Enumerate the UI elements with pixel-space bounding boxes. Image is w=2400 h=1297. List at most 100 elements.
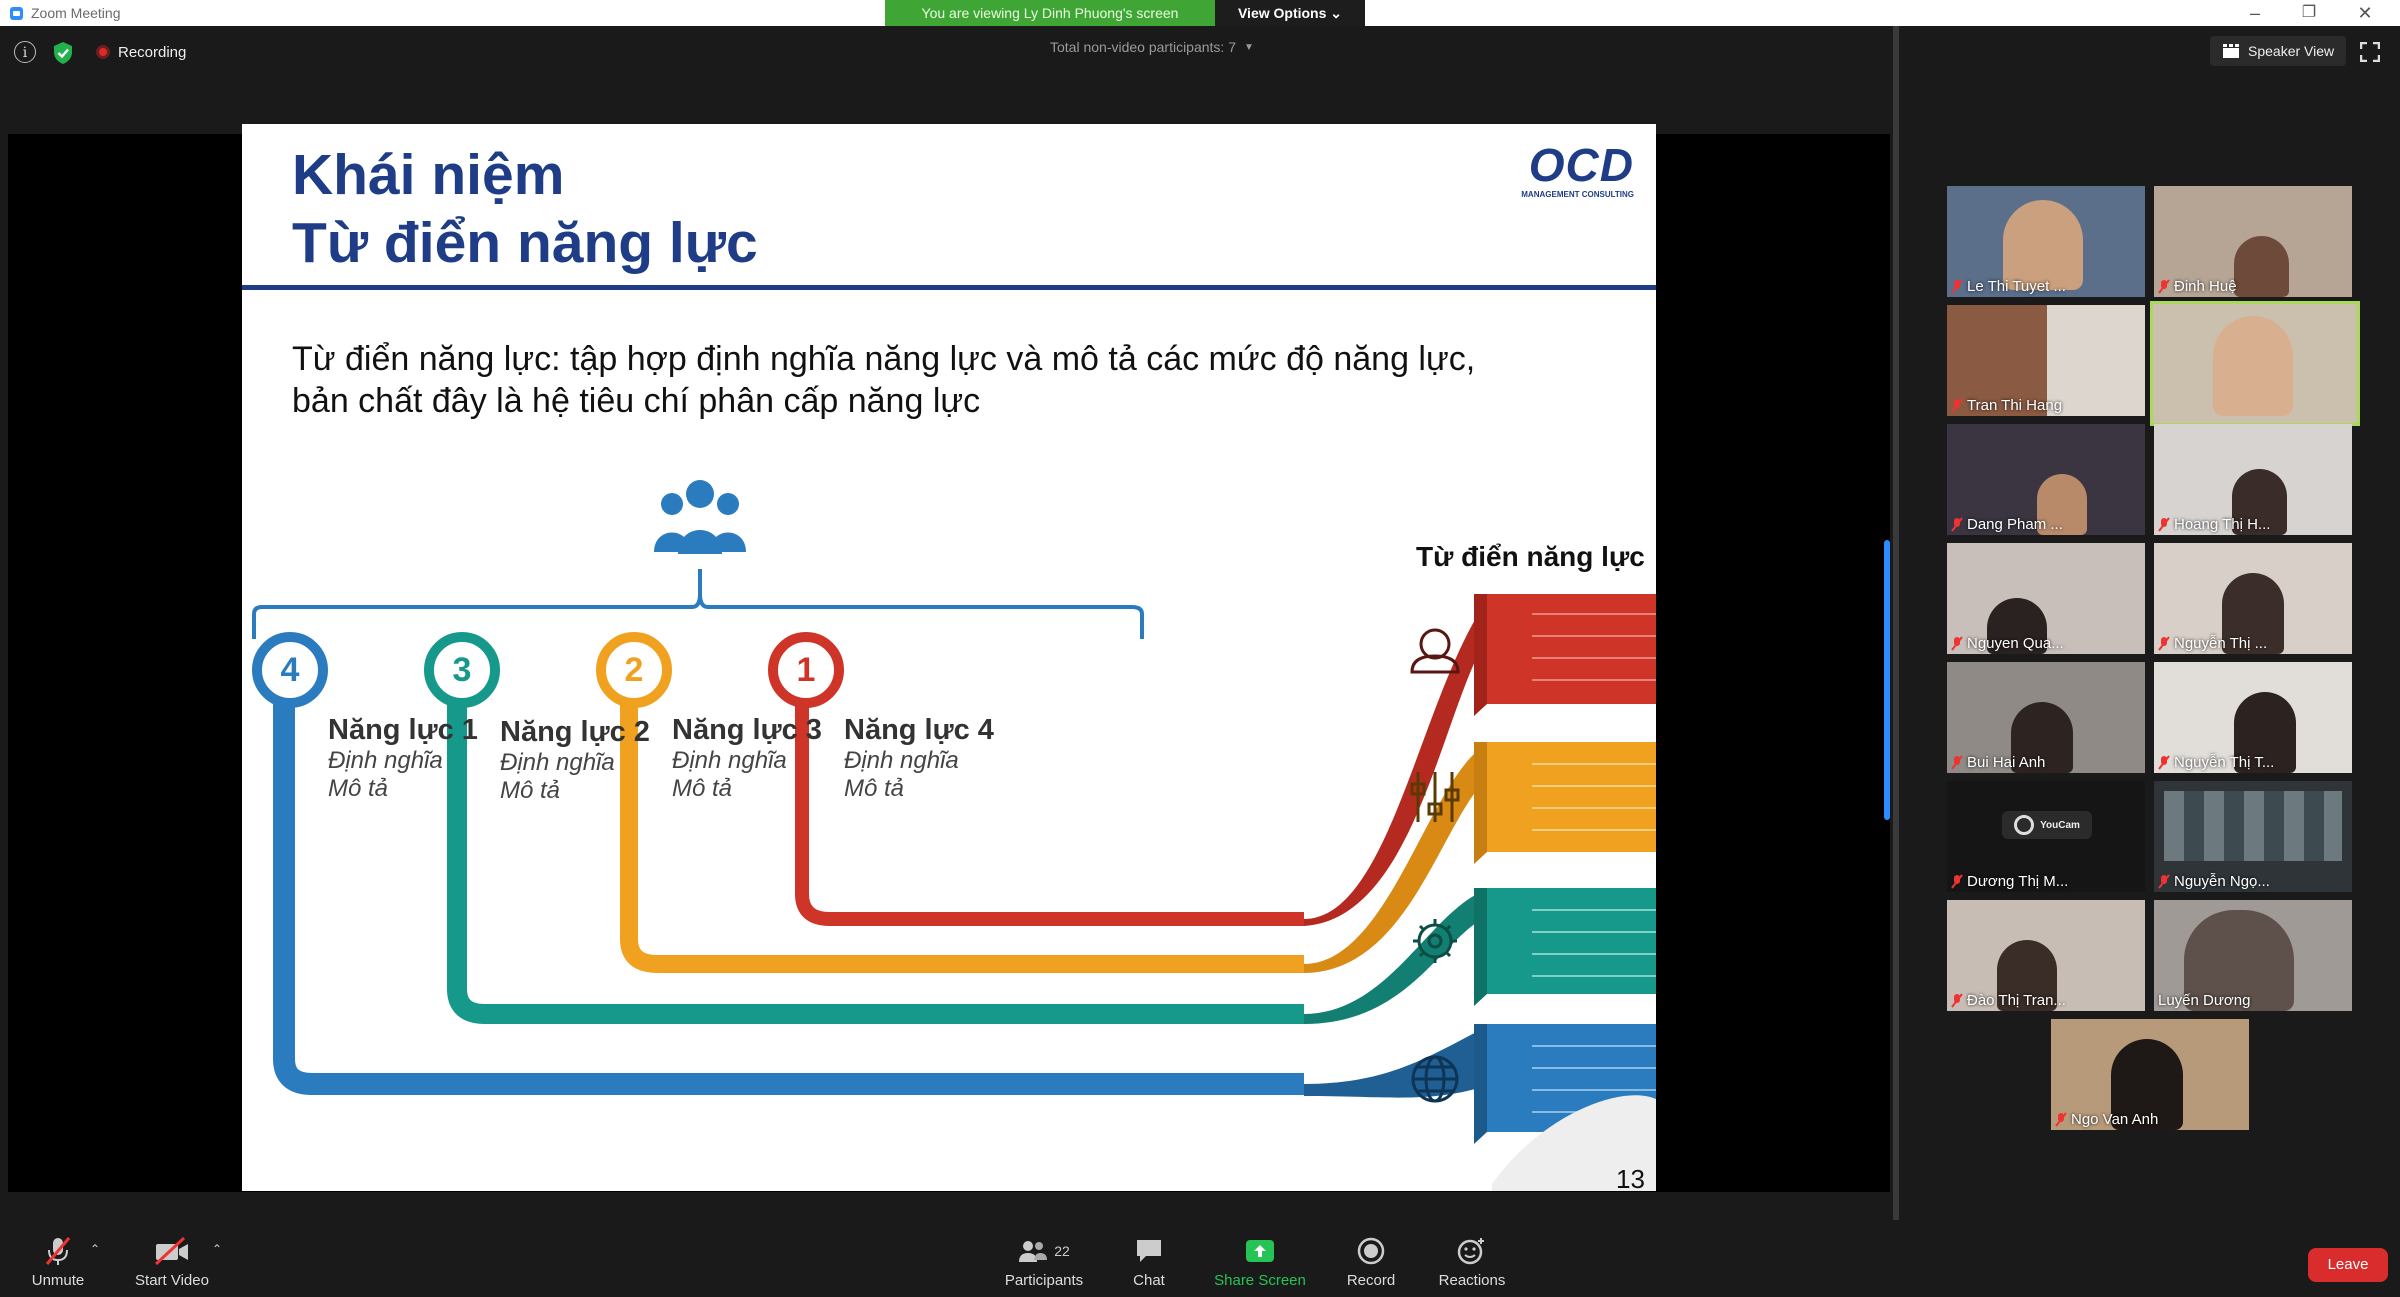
person-icon [1410, 628, 1460, 674]
recording-indicator[interactable]: Recording [96, 41, 186, 63]
participants-button[interactable]: 22 Participants [994, 1234, 1094, 1294]
unmute-label: Unmute [31, 1272, 85, 1289]
meeting-info-icon[interactable]: i [14, 41, 36, 63]
arm-orange [1304, 742, 1492, 973]
participant-tile[interactable]: Nguyễn Thị T... [2154, 662, 2352, 773]
capability-definition: Định nghĩa [844, 747, 959, 774]
participant-tile[interactable]: Hoang Thị H... [2154, 424, 2352, 535]
participant-video [2213, 316, 2293, 416]
non-video-participants[interactable]: Total non-video participants: 7 ▼ [1050, 36, 1254, 58]
reactions-label: Reactions [1438, 1272, 1506, 1289]
panel-divider[interactable] [1893, 26, 1899, 1226]
share-screen-icon [1246, 1240, 1274, 1262]
participant-tile[interactable]: Luyến Dương [2154, 900, 2352, 1011]
participant-tile[interactable]: Đinh Huệ [2154, 186, 2352, 297]
capability-definition: Định nghĩa [328, 747, 443, 774]
participants-icon [1019, 1241, 1048, 1262]
meeting-topbar [0, 26, 1896, 78]
video-off-icon [154, 1236, 188, 1266]
presentation-slide: Khái niệm Từ điển năng lực OCD MANAGEMEN… [242, 124, 1656, 1191]
mic-muted-icon [1951, 517, 1963, 532]
participant-tile[interactable]: YouCam Dương Thị M... [1947, 781, 2145, 892]
mic-muted-icon [1951, 279, 1963, 294]
capability-text-1: Năng lực 1 Định nghĩa Mô tả [328, 714, 478, 803]
participant-name-text: Hoang Thị H... [2174, 516, 2271, 533]
caret-down-icon: ▼ [1244, 41, 1254, 53]
dictionary-label: Từ điển năng lực [1416, 541, 1645, 572]
sliders-icon [1410, 772, 1460, 822]
start-video-label: Start Video [135, 1272, 209, 1289]
active-speaker-tile[interactable] [2150, 301, 2360, 426]
group-bracket [252, 569, 1144, 639]
chat-label: Chat [1133, 1272, 1165, 1289]
participant-name: Dang Pham ... [1951, 516, 2063, 533]
capability-name: Năng lực 4 [844, 714, 994, 746]
participant-video [2164, 791, 2342, 861]
record-button[interactable]: Record [1321, 1234, 1421, 1294]
start-video-button[interactable]: Start Video [122, 1234, 222, 1294]
record-label: Record [1346, 1272, 1396, 1289]
marker-ring: 3 [424, 632, 500, 708]
meeting-toolbar [0, 1220, 2400, 1297]
ribbon-red [1474, 594, 1656, 716]
capability-text-2: Năng lực 2 Định nghĩa Mô tả [500, 716, 650, 805]
participant-tile[interactable]: Nguyễn Thị ... [2154, 543, 2352, 654]
mic-muted-icon [2158, 279, 2170, 294]
participant-name: Đào Thị Tran... [1951, 992, 2066, 1009]
close-button[interactable]: ✕ [2342, 0, 2388, 26]
mic-muted-icon [1951, 874, 1963, 889]
capability-name: Năng lực 2 [500, 716, 650, 748]
participant-name: Tran Thi Hang [1951, 397, 2062, 414]
viewing-screen-banner: You are viewing Ly Dinh Phuong's screen [885, 0, 1215, 26]
capability-marker-4: 4 [252, 632, 328, 708]
minimize-button[interactable]: – [2232, 0, 2278, 26]
participant-tile[interactable]: Nguyễn Ngọ... [2154, 781, 2352, 892]
participant-name-text: Ngo Van Anh [2071, 1111, 2159, 1128]
participant-name: Nguyễn Thị ... [2158, 635, 2267, 652]
participants-label: Participants [1004, 1272, 1084, 1289]
participant-name-text: Nguyễn Thị T... [2174, 754, 2275, 771]
mic-muted-icon [1951, 636, 1963, 651]
participant-gallery: Le Thi Tuyet ... Đinh Huệ Tran Thi Hang … [1900, 26, 2400, 1220]
chat-button[interactable]: Chat [1099, 1234, 1199, 1294]
participant-name: Bui Hai Anh [1951, 754, 2045, 771]
audio-options-caret-icon[interactable]: ⌃ [90, 1242, 100, 1256]
capability-marker-3: 3 [424, 632, 500, 708]
participant-name-text: Tran Thi Hang [1967, 397, 2063, 414]
leave-meeting-button[interactable]: Leave [2308, 1248, 2388, 1282]
participant-tile[interactable]: Nguyen Qua... [1947, 543, 2145, 654]
participant-name-text: Nguyễn Ngọ... [2174, 873, 2270, 890]
marker-ring: 2 [596, 632, 672, 708]
participant-tile[interactable]: Đào Thị Tran... [1947, 900, 2145, 1011]
participant-video [2234, 236, 2289, 297]
non-video-participants-label: Total non-video participants: 7 [1050, 39, 1236, 55]
share-scroll-handle[interactable] [1884, 540, 1890, 820]
window-title-text: Zoom Meeting [31, 5, 121, 21]
capability-definition: Định nghĩa [500, 749, 615, 776]
capability-text-4: Năng lực 4 Định nghĩa Mô tả [844, 714, 994, 803]
video-options-caret-icon[interactable]: ⌃ [212, 1242, 222, 1256]
participant-tile[interactable]: Ngo Van Anh [2051, 1019, 2249, 1130]
share-screen-button[interactable]: Share Screen [1210, 1234, 1310, 1294]
participant-name-text: Bui Hai Anh [1967, 754, 2046, 771]
participant-video [2003, 200, 2083, 290]
mic-muted-icon [2158, 874, 2170, 889]
zoom-logo-icon [10, 6, 23, 20]
participant-name: Nguyễn Thị T... [2158, 754, 2274, 771]
participant-name: Ngo Van Anh [2055, 1111, 2158, 1128]
participant-tile[interactable]: Le Thi Tuyet ... [1947, 186, 2145, 297]
marker-ring: 1 [768, 632, 844, 708]
participant-tile[interactable]: Dang Pham ... [1947, 424, 2145, 535]
view-options-button[interactable]: View Options ⌄ [1215, 0, 1365, 26]
participant-name: Nguyễn Ngọ... [2158, 873, 2270, 890]
reactions-button[interactable]: Reactions [1422, 1234, 1522, 1294]
capability-marker-1: 1 [768, 632, 844, 708]
participant-name-text: Luyến Dương [2158, 992, 2251, 1009]
youcam-label: YouCam [2040, 819, 2080, 831]
restore-button[interactable]: ❐ [2286, 0, 2332, 26]
participant-tile[interactable]: Tran Thi Hang [1947, 305, 2145, 416]
capability-description: Mô tả [844, 775, 905, 802]
participant-name: Hoang Thị H... [2158, 516, 2270, 533]
participant-tile[interactable]: Bui Hai Anh [1947, 662, 2145, 773]
encryption-shield-icon[interactable] [52, 41, 74, 65]
